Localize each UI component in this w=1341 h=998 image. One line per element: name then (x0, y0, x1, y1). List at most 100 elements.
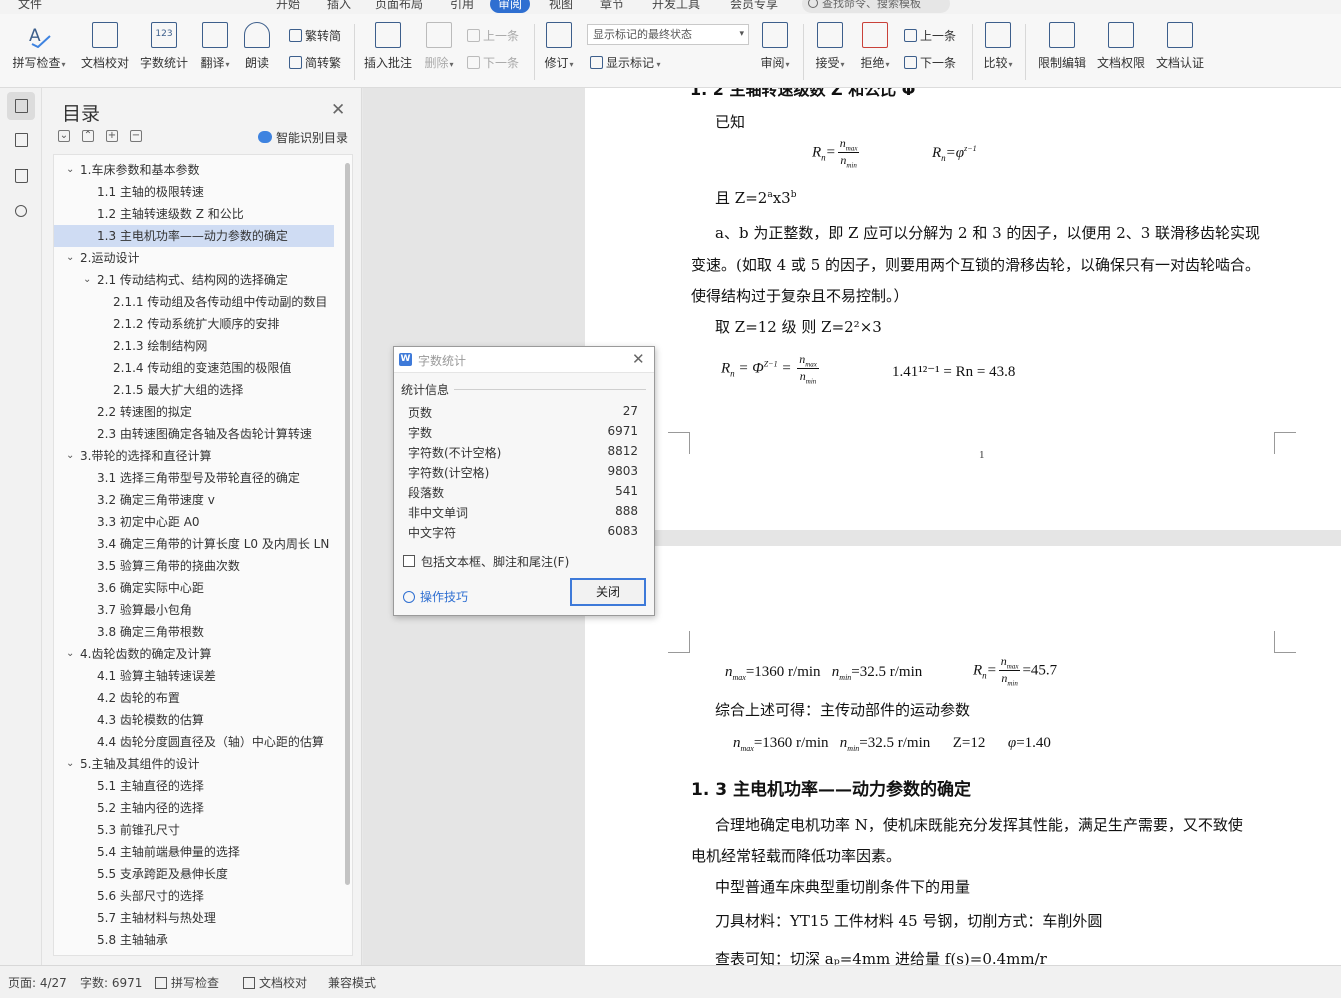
show-markup-label: 显示标记 (606, 56, 655, 70)
next-change-button[interactable]: 下一条 (904, 54, 956, 71)
menu-view[interactable]: 视图 (549, 0, 573, 12)
toc-item[interactable]: 3.4 确定三角带的计算长度 L0 及内周长 LN (54, 533, 334, 555)
accept-button[interactable]: 接受▾ (812, 22, 848, 71)
translate-button[interactable]: 翻译▾ (197, 22, 233, 71)
status-page[interactable]: 页面: 4/27 (8, 974, 67, 991)
chevron-down-icon[interactable]: ⌄ (66, 643, 74, 665)
menu-member[interactable]: 会员专享 (730, 0, 778, 12)
markup-mode-select[interactable]: 显示标记的最终状态 ▾ (587, 24, 749, 45)
toc-item[interactable]: 1.2 主轴转速级数 Z 和公比 (54, 203, 334, 225)
remove-heading-icon[interactable]: − (130, 130, 142, 142)
toc-item[interactable]: 4.3 齿轮模数的估算 (54, 709, 334, 731)
track-changes-button[interactable]: 修订▾ (541, 22, 577, 71)
toc-item[interactable]: 3.1 选择三角带型号及带轮直径的确定 (54, 467, 334, 489)
read-aloud-button[interactable]: 朗读 (242, 22, 272, 71)
tips-link[interactable]: 操作技巧 (403, 588, 468, 605)
toc-item[interactable]: 5.1 主轴直径的选择 (54, 775, 334, 797)
chevron-down-icon[interactable]: ⌄ (66, 247, 74, 269)
delete-comment-button[interactable]: 删除▾ (422, 22, 456, 71)
expand-all-icon[interactable]: ⌃ (82, 130, 94, 142)
insert-comment-button[interactable]: 插入批注 (362, 22, 414, 71)
chevron-down-icon[interactable]: ⌄ (83, 269, 91, 291)
next-comment-button[interactable]: 下一条 (467, 54, 519, 71)
toc-item[interactable]: 5.8 主轴轴承 (54, 929, 334, 951)
prev-comment-button[interactable]: 上一条 (467, 27, 519, 44)
toc-item[interactable]: 5.3 前锥孔尺寸 (54, 819, 334, 841)
toc-item[interactable]: 2.1.1 传动组及各传动组中传动副的数目 (54, 291, 334, 313)
toc-item[interactable]: 5.4 主轴前端悬伸量的选择 (54, 841, 334, 863)
toc-item[interactable]: 2.1.5 最大扩大组的选择 (54, 379, 334, 401)
to-simplified-button[interactable]: 简转繁 (289, 54, 341, 71)
menu-developer[interactable]: 开发工具 (652, 0, 700, 12)
review-pane-button[interactable]: 审阅▾ (757, 22, 793, 71)
command-search-input[interactable]: 查找命令、搜索模板 (802, 0, 950, 13)
bookmark-icon[interactable] (7, 162, 35, 190)
dialog-titlebar[interactable]: W 字数统计 ✕ (394, 347, 654, 373)
toc-item[interactable]: 2.1.4 传动组的变速范围的极限值 (54, 357, 334, 379)
toc-item[interactable]: 2.3 由转速图确定各轴及各齿轮计算转速 (54, 423, 334, 445)
toc-item[interactable]: 2.1.3 绘制结构网 (54, 335, 334, 357)
menu-chapter[interactable]: 章节 (600, 0, 624, 12)
status-spell-check[interactable]: 拼写检查 (155, 974, 219, 991)
toc-item[interactable]: ⌄ 1.车床参数和基本参数 (54, 159, 334, 181)
chevron-down-icon[interactable]: ⌄ (66, 445, 74, 467)
compare-button[interactable]: 比较▾ (980, 22, 1016, 71)
toc-item[interactable]: 5.6 头部尺寸的选择 (54, 885, 334, 907)
toc-item[interactable]: 5.5 支承跨距及悬伸长度 (54, 863, 334, 885)
smart-toc-button[interactable]: 智能识别目录 (258, 129, 348, 146)
close-button[interactable]: 关闭 (570, 578, 646, 606)
chapter-nav-icon[interactable] (7, 126, 35, 154)
toc-item[interactable]: 3.5 验算三角带的挠曲次数 (54, 555, 334, 577)
toc-item[interactable]: 5.2 主轴内径的选择 (54, 797, 334, 819)
toc-item[interactable]: ⌄ 2.1 传动结构式、结构网的选择确定 (54, 269, 334, 291)
toc-item[interactable]: 4.2 齿轮的布置 (54, 687, 334, 709)
restrict-edit-button[interactable]: 限制编辑 (1036, 22, 1088, 71)
doc-certify-button[interactable]: 文档认证 (1154, 22, 1206, 71)
doc-proof-button[interactable]: 文档校对 (80, 22, 130, 71)
toc-item[interactable]: 3.3 初定中心距 A0 (54, 511, 334, 533)
reject-button[interactable]: 拒绝▾ (857, 22, 893, 71)
stat-row: 字符数(计空格) 9803 (408, 464, 638, 484)
toc-item[interactable]: 5.7 主轴材料与热处理 (54, 907, 334, 929)
status-doc-proof[interactable]: 文档校对 (243, 974, 307, 991)
word-count-button[interactable]: 123 字数统计 (139, 22, 189, 71)
find-icon[interactable] (7, 198, 35, 226)
toc-scrollbar[interactable] (345, 163, 350, 885)
toc-item[interactable]: 4.4 齿轮分度圆直径及（轴）中心距的估算 (54, 731, 334, 753)
toc-item[interactable]: 1.1 主轴的极限转速 (54, 181, 334, 203)
toc-pane-icon[interactable] (7, 92, 35, 120)
chevron-down-icon[interactable]: ⌄ (66, 753, 74, 775)
menu-insert[interactable]: 插入 (327, 0, 351, 12)
include-footnotes-label[interactable]: 包括文本框、脚注和尾注(F) (421, 553, 569, 570)
toc-item[interactable]: 3.2 确定三角带速度 v (54, 489, 334, 511)
close-icon[interactable]: ✕ (331, 100, 345, 120)
toc-item[interactable]: 1.3 主电机功率——动力参数的确定 (54, 225, 334, 247)
prev-change-button[interactable]: 上一条 (904, 27, 956, 44)
menu-home[interactable]: 开始 (276, 0, 300, 12)
toc-item[interactable]: 3.8 确定三角带根数 (54, 621, 334, 643)
toc-item[interactable]: 2.1.2 传动系统扩大顺序的安排 (54, 313, 334, 335)
add-heading-icon[interactable]: + (106, 130, 118, 142)
toc-item[interactable]: 3.6 确定实际中心距 (54, 577, 334, 599)
menu-page-layout[interactable]: 页面布局 (375, 0, 423, 12)
show-markup-button[interactable]: 显示标记 ▾ (590, 54, 661, 71)
menu-review[interactable]: 审阅 (490, 0, 531, 13)
toc-item[interactable]: ⌄ 5.主轴及其组件的设计 (54, 753, 334, 775)
toc-item[interactable]: ⌄ 2.运动设计 (54, 247, 334, 269)
spell-check-button[interactable]: A 拼写检查▾ (10, 22, 68, 71)
stat-value: 6083 (607, 524, 638, 538)
collapse-all-icon[interactable]: ⌄ (58, 130, 70, 142)
doc-permission-button[interactable]: 文档权限 (1095, 22, 1147, 71)
chevron-down-icon[interactable]: ⌄ (66, 159, 74, 181)
toc-item[interactable]: 4.1 验算主轴转速误差 (54, 665, 334, 687)
toc-item[interactable]: ⌄ 3.带轮的选择和直径计算 (54, 445, 334, 467)
menu-references[interactable]: 引用 (450, 0, 474, 12)
toc-item[interactable]: 3.7 验算最小包角 (54, 599, 334, 621)
toc-item[interactable]: 2.2 转速图的拟定 (54, 401, 334, 423)
menu-file[interactable]: 文件 (18, 0, 42, 12)
status-word-count[interactable]: 字数: 6971 (80, 974, 142, 991)
toc-item[interactable]: ⌄ 4.齿轮齿数的确定及计算 (54, 643, 334, 665)
to-traditional-button[interactable]: 繁转简 (289, 27, 341, 44)
include-footnotes-checkbox[interactable] (403, 555, 415, 567)
close-icon[interactable]: ✕ (632, 350, 645, 368)
